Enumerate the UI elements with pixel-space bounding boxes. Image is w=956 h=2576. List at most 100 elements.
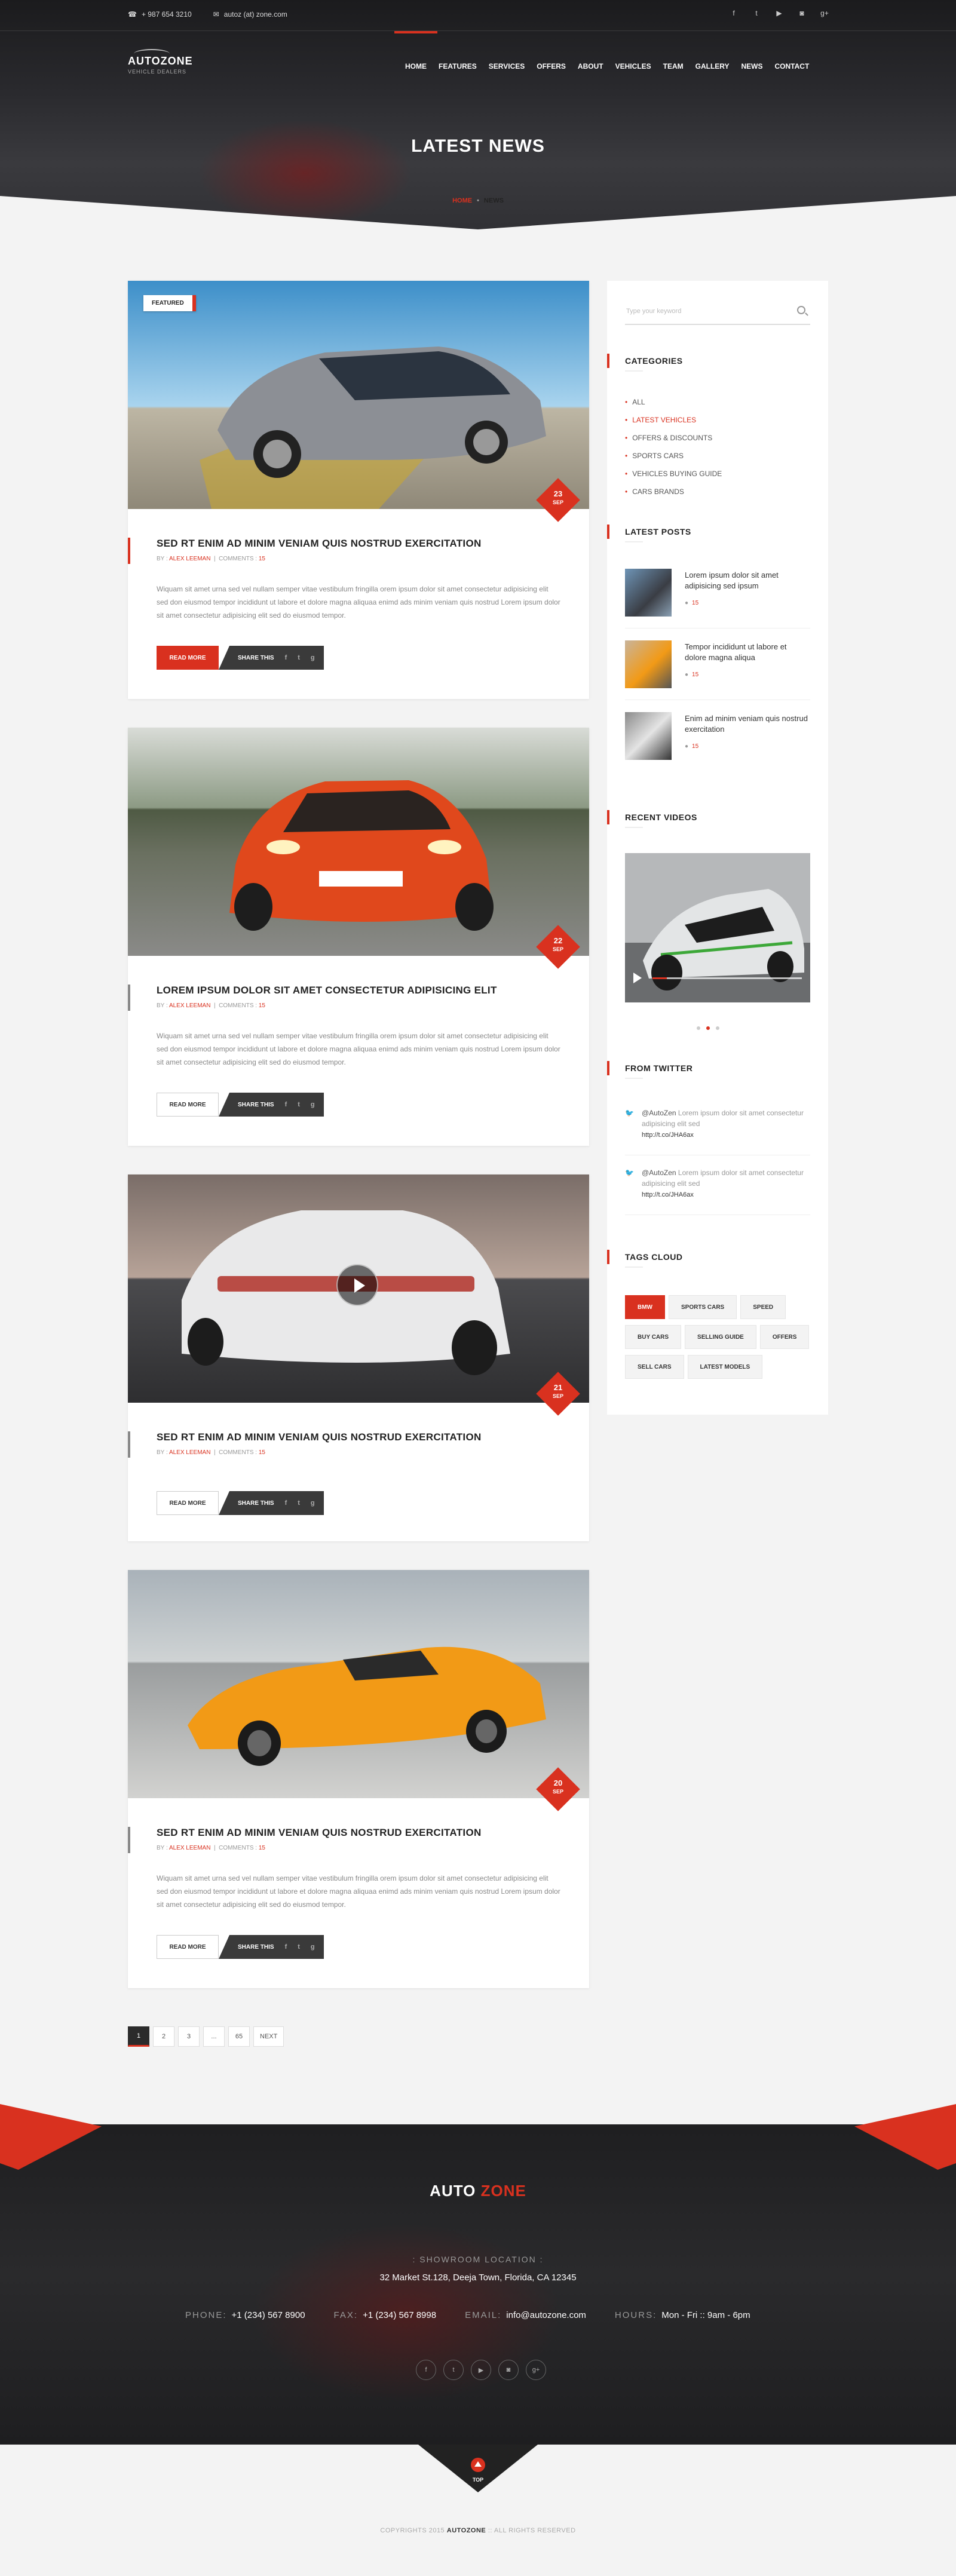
menu-item-gallery[interactable]: GALLERY — [690, 62, 736, 70]
tag-latest-models[interactable]: LATEST MODELS — [687, 1355, 763, 1379]
category-brands[interactable]: CARS BRANDS — [625, 487, 684, 496]
tweet-handle[interactable]: @AutoZen — [642, 1169, 676, 1177]
latest-post-item[interactable]: Lorem ipsum dolor sit amet adipisicing s… — [625, 569, 810, 628]
menu-item-home[interactable]: HOME — [394, 31, 437, 70]
facebook-icon[interactable]: f — [285, 1943, 287, 1951]
menu-item-team[interactable]: TEAM — [657, 62, 690, 70]
video-play-icon[interactable] — [633, 973, 642, 983]
latest-post-text[interactable]: Lorem ipsum dolor sit amet adipisicing s… — [685, 570, 810, 591]
menu-item-vehicles[interactable]: VEHICLES — [609, 62, 657, 70]
tweet-handle[interactable]: @AutoZen — [642, 1109, 676, 1117]
post-thumbnail[interactable] — [625, 569, 672, 617]
read-more-button[interactable]: READ MORE — [157, 1093, 219, 1117]
facebook-icon[interactable]: f — [285, 1101, 287, 1108]
carousel-dot-active[interactable] — [706, 1026, 710, 1030]
page-3[interactable]: 3 — [178, 2026, 200, 2047]
twitter-icon[interactable]: t — [752, 9, 761, 17]
post-thumbnail[interactable] — [625, 712, 672, 760]
carousel-dot[interactable] — [697, 1026, 700, 1030]
video-progress-bar[interactable] — [652, 977, 802, 979]
menu-item-about[interactable]: ABOUT — [572, 62, 609, 70]
post-title[interactable]: SED RT ENIM AD MINIM VENIAM QUIS NOSTRUD… — [157, 538, 482, 550]
post-author[interactable]: ALEX LEEMAN — [169, 1845, 210, 1851]
email-value[interactable]: info@autozone.com — [506, 2310, 586, 2320]
latest-post-item[interactable]: Enim ad minim veniam quis nostrud exerci… — [625, 712, 810, 772]
latest-post-text[interactable]: Enim ad minim veniam quis nostrud exerci… — [685, 713, 810, 735]
facebook-icon[interactable]: f — [729, 9, 739, 17]
search-icon[interactable] — [797, 306, 805, 314]
page-1[interactable]: 1 — [128, 2026, 149, 2047]
video-player[interactable] — [625, 853, 810, 1002]
breadcrumb-home[interactable]: HOME — [452, 197, 472, 204]
post-author[interactable]: ALEX LEEMAN — [169, 1449, 210, 1456]
menu-item-news[interactable]: NEWS — [736, 62, 769, 70]
twitter-icon[interactable]: t — [298, 1101, 300, 1108]
page-65[interactable]: 65 — [228, 2026, 250, 2047]
tag-sports-cars[interactable]: SPORTS CARS — [669, 1295, 737, 1319]
category-buying-guide[interactable]: VEHICLES BUYING GUIDE — [625, 470, 722, 478]
video-carousel-dots — [697, 1026, 719, 1030]
google-plus-icon[interactable]: g+ — [526, 2360, 546, 2380]
google-plus-icon[interactable]: g — [311, 1943, 315, 1951]
search-input[interactable]: Type your keyword — [625, 299, 810, 325]
play-button-icon[interactable] — [336, 1264, 378, 1306]
google-plus-icon[interactable]: g — [311, 1499, 315, 1507]
latest-post-text[interactable]: Tempor incididunt ut labore et dolore ma… — [685, 642, 810, 663]
read-more-button[interactable]: READ MORE — [157, 1935, 219, 1959]
google-plus-icon[interactable]: g — [311, 654, 315, 661]
post-image[interactable] — [128, 728, 589, 956]
instagram-icon[interactable]: ◙ — [797, 9, 807, 17]
tag-offers[interactable]: OFFERS — [759, 1325, 810, 1349]
footer-logo[interactable]: AUTO ZONE — [0, 2182, 956, 2200]
instagram-icon[interactable]: ◙ — [498, 2360, 519, 2380]
google-plus-icon[interactable]: g — [311, 1101, 315, 1108]
site-logo[interactable]: AUTOZONE VEHICLE DEALERS — [128, 49, 193, 75]
facebook-icon[interactable]: f — [285, 654, 287, 661]
tag-bmw[interactable]: BMW — [625, 1295, 665, 1319]
category-all[interactable]: ALL — [625, 398, 645, 406]
tag-selling-guide[interactable]: SELLING GUIDE — [685, 1325, 756, 1349]
post-video-image[interactable] — [128, 1174, 589, 1403]
tag-sell-cars[interactable]: SELL CARS — [625, 1355, 684, 1379]
comments-count[interactable]: 15 — [259, 1449, 265, 1456]
twitter-icon[interactable]: t — [298, 1943, 300, 1951]
menu-item-services[interactable]: SERVICES — [483, 62, 531, 70]
post-title[interactable]: LOREM IPSUM DOLOR SIT AMET CONSECTETUR A… — [157, 985, 497, 996]
comments-count[interactable]: 15 — [259, 1845, 265, 1851]
read-more-button[interactable]: READ MORE — [157, 646, 219, 670]
twitter-icon[interactable]: t — [298, 1499, 300, 1507]
facebook-icon[interactable]: f — [285, 1499, 287, 1507]
tweet-link[interactable]: http://t.co/JHA6ax — [642, 1131, 694, 1139]
post-author[interactable]: ALEX LEEMAN — [169, 1002, 210, 1009]
category-latest-vehicles[interactable]: LATEST VEHICLES — [625, 416, 696, 424]
twitter-icon[interactable]: t — [298, 654, 300, 661]
comments-count[interactable]: 15 — [259, 556, 265, 562]
read-more-button[interactable]: READ MORE — [157, 1491, 219, 1515]
carousel-dot[interactable] — [716, 1026, 719, 1030]
post-thumbnail[interactable] — [625, 640, 672, 688]
category-offers[interactable]: OFFERS & DISCOUNTS — [625, 434, 712, 442]
latest-post-item[interactable]: Tempor incididunt ut labore et dolore ma… — [625, 640, 810, 700]
youtube-icon[interactable]: ▶ — [471, 2360, 491, 2380]
twitter-icon[interactable]: t — [443, 2360, 464, 2380]
youtube-icon[interactable]: ▶ — [774, 9, 784, 17]
tweet-link[interactable]: http://t.co/JHA6ax — [642, 1191, 694, 1198]
arrow-up-icon[interactable] — [471, 2458, 485, 2472]
google-plus-icon[interactable]: g+ — [820, 9, 829, 17]
post-image[interactable]: FEATURED — [128, 281, 589, 509]
tag-buy-cars[interactable]: BUY CARS — [625, 1325, 682, 1349]
tag-speed[interactable]: SPEED — [740, 1295, 786, 1319]
menu-item-offers[interactable]: OFFERS — [531, 62, 572, 70]
category-sports-cars[interactable]: SPORTS CARS — [625, 452, 684, 460]
back-to-top-label[interactable]: TOP — [466, 2477, 490, 2483]
post-author[interactable]: ALEX LEEMAN — [169, 556, 210, 562]
post-title[interactable]: SED RT ENIM AD MINIM VENIAM QUIS NOSTRUD… — [157, 1827, 482, 1839]
facebook-icon[interactable]: f — [416, 2360, 436, 2380]
page-2[interactable]: 2 — [153, 2026, 174, 2047]
comments-count[interactable]: 15 — [259, 1002, 265, 1009]
post-image[interactable] — [128, 1570, 589, 1798]
next-page-button[interactable]: NEXT — [253, 2026, 284, 2047]
menu-item-features[interactable]: FEATURES — [433, 62, 483, 70]
post-title[interactable]: SED RT ENIM AD MINIM VENIAM QUIS NOSTRUD… — [157, 1431, 482, 1443]
menu-item-contact[interactable]: CONTACT — [769, 62, 816, 70]
